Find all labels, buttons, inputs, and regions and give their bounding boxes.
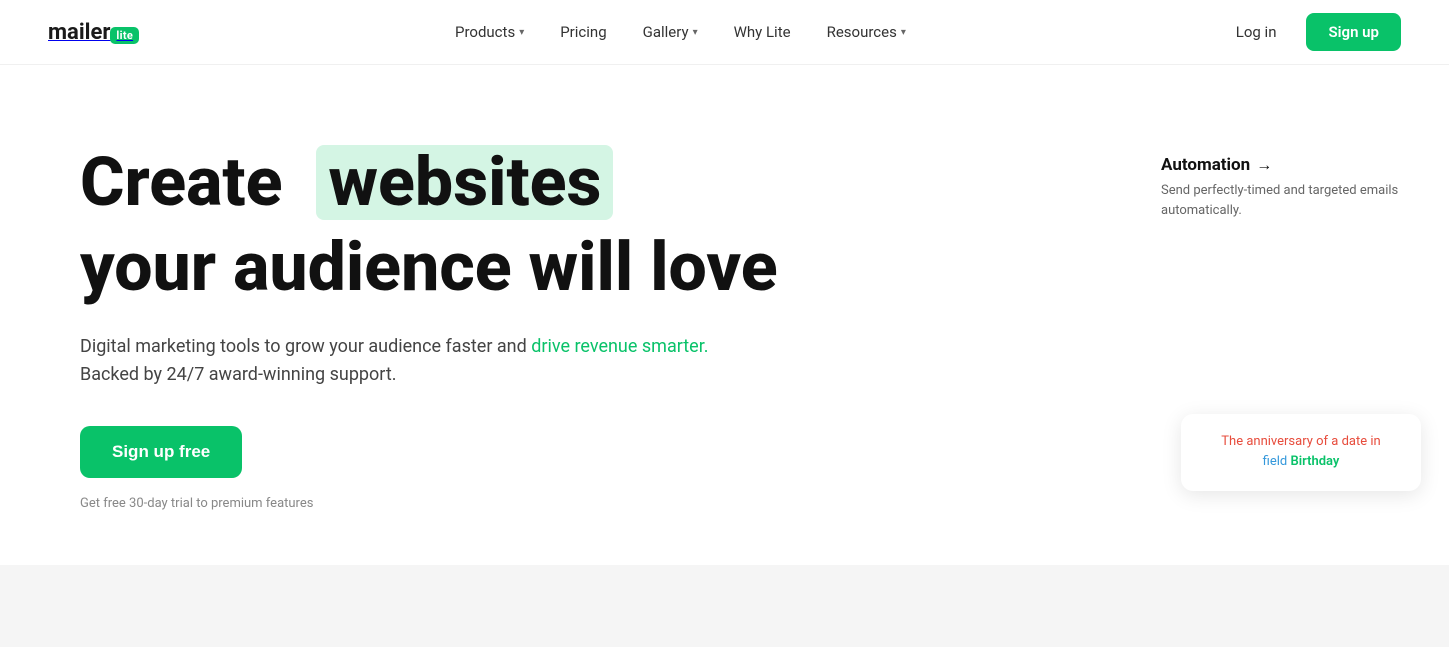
products-chevron-icon: ▾ <box>519 27 524 38</box>
hero-subheadline: your audience will love <box>80 230 778 305</box>
login-button[interactable]: Log in <box>1222 15 1291 49</box>
nav-products[interactable]: Products ▾ <box>441 15 538 49</box>
signup-free-button[interactable]: Sign up free <box>80 426 242 478</box>
main-content: Create websites your audience will love … <box>0 65 1449 511</box>
birthday-field-name: Birthday <box>1290 454 1339 469</box>
trial-text: Get free 30-day trial to premium feature… <box>80 496 778 511</box>
automation-label: Automation <box>1161 155 1250 175</box>
automation-title: Automation → <box>1161 155 1401 175</box>
hero-headline: Create websites <box>80 145 778 220</box>
automation-description: Send perfectly-timed and targeted emails… <box>1161 181 1401 220</box>
birthday-field-label: field <box>1263 454 1288 469</box>
headline-prefix: Create <box>80 142 283 222</box>
gallery-chevron-icon: ▾ <box>693 27 698 38</box>
logo-lite-badge: lite <box>110 27 139 44</box>
hero-section: Create websites your audience will love … <box>80 125 778 511</box>
birthday-trigger-card: The anniversary of a date in field Birth… <box>1181 414 1421 492</box>
signup-button[interactable]: Sign up <box>1306 13 1401 51</box>
birthday-line1: The anniversary of a date in <box>1221 434 1380 449</box>
description-highlight: drive revenue smarter. <box>531 336 708 357</box>
birthday-card-text: The anniversary of a date in field Birth… <box>1201 432 1401 474</box>
nav-gallery[interactable]: Gallery ▾ <box>629 15 712 49</box>
nav-why-lite[interactable]: Why Lite <box>720 15 805 49</box>
nav-resources[interactable]: Resources ▾ <box>813 15 920 49</box>
resources-chevron-icon: ▾ <box>901 27 906 38</box>
logo-mailer-text: mailer <box>48 20 110 45</box>
nav-pricing[interactable]: Pricing <box>546 15 620 49</box>
nav-actions: Log in Sign up <box>1222 13 1401 51</box>
automation-card: Automation → Send perfectly-timed and ta… <box>1161 155 1401 220</box>
logo[interactable]: mailerlite <box>48 20 139 45</box>
automation-arrow-icon: → <box>1256 155 1272 175</box>
headline-highlighted-word: websites <box>316 145 613 220</box>
hero-description: Digital marketing tools to grow your aud… <box>80 333 760 391</box>
bottom-bar <box>0 565 1449 647</box>
navbar: mailerlite Products ▾ Pricing Gallery ▾ … <box>0 0 1449 65</box>
nav-links: Products ▾ Pricing Gallery ▾ Why Lite Re… <box>441 15 920 49</box>
